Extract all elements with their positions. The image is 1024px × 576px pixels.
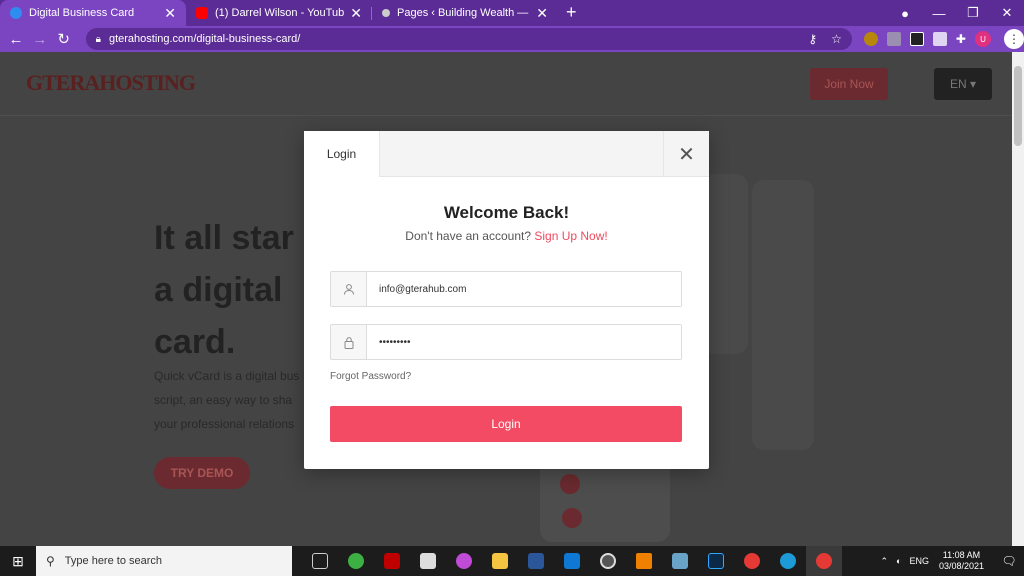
system-tray: ⌃ ◐ ENG 11:08 AM 03/08/2021 🗨︎ xyxy=(880,546,1024,576)
sign-up-link[interactable]: Sign Up Now! xyxy=(534,229,607,243)
login-button[interactable]: Login xyxy=(330,406,682,442)
close-tab-icon[interactable]: ✕ xyxy=(536,5,548,22)
tab-title: (1) Darrel Wilson - YouTube xyxy=(215,7,345,19)
menu-icon[interactable]: ⋮ xyxy=(1003,29,1024,49)
minimize-icon[interactable]: — xyxy=(922,6,956,21)
desc-line: Quick vCard is a digital bus xyxy=(154,369,300,383)
modal-title: Welcome Back! xyxy=(443,203,570,222)
email-field-group xyxy=(330,271,682,307)
tab-login[interactable]: Login xyxy=(304,131,380,177)
taskbar-search[interactable]: ⚲ Type here to search xyxy=(36,546,292,576)
favicon-icon xyxy=(10,7,22,19)
photoshop-icon[interactable] xyxy=(698,546,734,576)
task-view-icon[interactable] xyxy=(302,546,338,576)
window-controls: ● — ❐ ✕ xyxy=(888,0,1024,26)
vlc-icon[interactable] xyxy=(626,546,662,576)
windows-start-icon[interactable]: ⊞ xyxy=(0,553,36,570)
tab-strip: Digital Business Card ✕ (1) Darrel Wilso… xyxy=(0,0,1024,26)
language-select[interactable]: EN ▾ xyxy=(934,68,992,100)
extension-icon[interactable] xyxy=(909,32,924,46)
extension-icon[interactable] xyxy=(932,32,947,46)
phone-mockup-image xyxy=(752,180,814,450)
clock[interactable]: 11:08 AM 03/08/2021 xyxy=(939,550,984,572)
tab-youtube[interactable]: (1) Darrel Wilson - YouTube ✕ xyxy=(186,0,372,26)
search-placeholder: Type here to search xyxy=(64,555,163,567)
scrollbar[interactable] xyxy=(1012,52,1024,546)
hero-description: Quick vCard is a digital bus script, an … xyxy=(154,364,299,436)
lock-icon: 🔒︎ xyxy=(95,33,101,45)
tab-wordpress[interactable]: Pages ‹ Building Wealth — WordPress ✕ xyxy=(372,0,558,26)
password-input[interactable] xyxy=(367,325,681,359)
chrome-icon[interactable] xyxy=(734,546,770,576)
puzzle-icon[interactable]: ✚ xyxy=(956,32,966,46)
extensions: ✚ U ⋮ xyxy=(863,29,1024,49)
url-text: gterahosting.com/digital-business-card/ xyxy=(108,33,301,45)
clock-date: 03/08/2021 xyxy=(938,561,984,571)
network-icon[interactable]: ◐ xyxy=(896,556,901,566)
word-icon[interactable] xyxy=(518,546,554,576)
close-tab-icon[interactable]: ✕ xyxy=(164,5,176,22)
close-icon[interactable]: ✕ xyxy=(663,131,709,177)
join-now-button[interactable]: Join Now xyxy=(810,68,888,100)
chevron-up-icon[interactable]: ⌃ xyxy=(880,556,888,567)
user-icon xyxy=(331,272,367,306)
taskbar-apps xyxy=(302,546,842,576)
close-window-icon[interactable]: ✕ xyxy=(990,5,1024,21)
hero-line: card. xyxy=(154,323,236,361)
notifications-icon[interactable]: 🗨︎ xyxy=(994,554,1024,568)
chrome-active-icon[interactable] xyxy=(806,546,842,576)
desc-line: script, an easy way to sha xyxy=(154,393,293,407)
language-indicator[interactable]: ENG xyxy=(909,556,929,566)
whatsapp-icon xyxy=(560,474,580,494)
hero-line: It all star xyxy=(154,219,294,257)
forgot-password-link[interactable]: Forgot Password? xyxy=(330,371,411,382)
app-icon[interactable] xyxy=(662,546,698,576)
star-icon[interactable]: ☆ xyxy=(831,32,842,46)
cookie-extension-icon[interactable] xyxy=(863,32,878,46)
reload-icon[interactable]: ↻ xyxy=(52,30,76,48)
media-icon[interactable] xyxy=(590,546,626,576)
hero-line: a digital xyxy=(154,271,283,309)
search-icon: ⚲ xyxy=(46,554,55,568)
toolbar: ← → ↻ 🔒︎ gterahosting.com/digital-busine… xyxy=(0,26,1024,52)
subtitle-text: Don't have an account? xyxy=(405,229,531,243)
filezilla-icon[interactable] xyxy=(374,546,410,576)
app-green-icon[interactable] xyxy=(338,546,374,576)
pen-extension-icon[interactable] xyxy=(886,32,901,46)
password-field-group xyxy=(330,324,682,360)
new-tab-button[interactable]: + xyxy=(566,0,577,26)
youtube-icon xyxy=(196,7,208,19)
clock-time: 11:08 AM xyxy=(942,550,981,560)
hero-heading: It all star a digital card. xyxy=(154,212,294,368)
modal-subtitle: Don't have an account? Sign Up Now! xyxy=(304,229,709,243)
mail-icon[interactable] xyxy=(554,546,590,576)
back-icon[interactable]: ← xyxy=(4,31,28,48)
wordpress-icon xyxy=(382,9,390,17)
youtube-icon xyxy=(562,508,582,528)
paint-icon[interactable] xyxy=(446,546,482,576)
desc-line: your professional relations xyxy=(154,417,295,431)
tab-title: Digital Business Card xyxy=(29,7,135,19)
account-dropdown-icon[interactable]: ● xyxy=(888,6,922,21)
file-explorer-icon[interactable] xyxy=(482,546,518,576)
edge-icon[interactable] xyxy=(770,546,806,576)
address-bar[interactable]: 🔒︎ gterahosting.com/digital-business-car… xyxy=(85,28,852,50)
site-logo[interactable]: GTERAHOSTING xyxy=(26,70,196,96)
site-header: GTERAHOSTING Join Now EN ▾ xyxy=(0,52,1012,116)
try-demo-button[interactable]: TRY DEMO xyxy=(154,457,250,489)
close-tab-icon[interactable]: ✕ xyxy=(350,5,362,22)
store-icon[interactable] xyxy=(410,546,446,576)
tab-title: Pages ‹ Building Wealth — WordPress xyxy=(397,7,530,19)
login-modal: Login ✕ Welcome Back! Don't have an acco… xyxy=(304,131,709,469)
profile-avatar[interactable]: U xyxy=(974,31,991,47)
modal-header: Login ✕ xyxy=(304,131,709,177)
email-input[interactable] xyxy=(367,272,681,306)
restore-icon[interactable]: ❐ xyxy=(956,5,990,21)
key-icon[interactable]: ⚷ xyxy=(808,32,817,46)
tab-digital-business-card[interactable]: Digital Business Card ✕ xyxy=(0,0,186,26)
forward-icon[interactable]: → xyxy=(28,31,52,48)
lock-icon xyxy=(331,325,367,359)
taskbar: ⊞ ⚲ Type here to search ⌃ ◐ ENG 11:08 AM… xyxy=(0,546,1024,576)
